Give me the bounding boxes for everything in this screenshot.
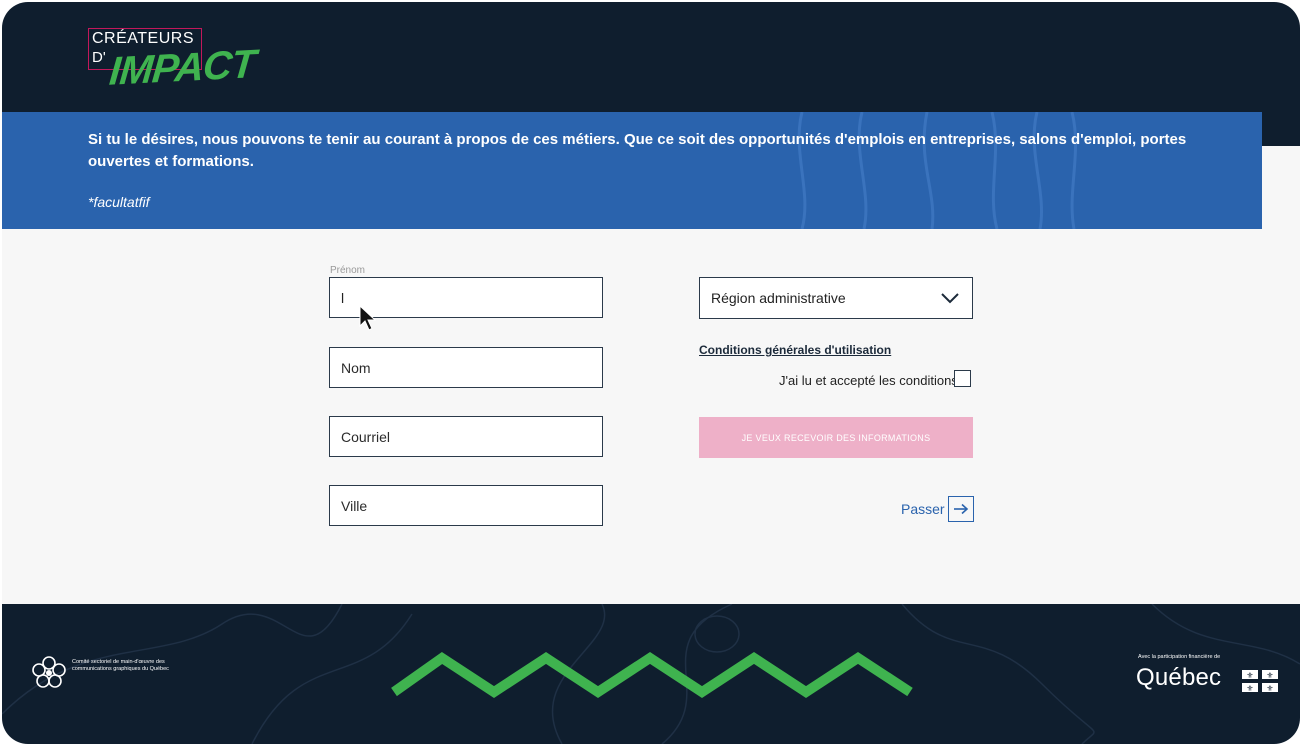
info-banner: Si tu le désires, nous pouvons te tenir …: [2, 112, 1262, 229]
nom-input[interactable]: [329, 347, 603, 388]
footer: Comité sectoriel de main-d'œuvre des com…: [2, 604, 1300, 744]
mouse-pointer-icon: [359, 304, 377, 331]
arrow-right-icon: [947, 496, 974, 522]
app-frame: CRÉATEURS D' IMPACT Si tu le désires, no…: [2, 2, 1300, 744]
header-edge: [1262, 112, 1300, 146]
svg-text:⚜: ⚜: [1266, 684, 1273, 692]
skip-label: Passer: [901, 501, 945, 517]
svg-text:⚜: ⚜: [1246, 671, 1253, 680]
zigzag-decoration: [391, 651, 913, 698]
region-select-value: Région administrative: [711, 290, 846, 306]
header: CRÉATEURS D' IMPACT: [2, 2, 1300, 112]
quebec-logo-text: Québec: [1136, 664, 1222, 691]
committee-logo-icon: [32, 656, 66, 688]
courriel-input[interactable]: [329, 416, 603, 457]
committee-name: Comité sectoriel de main-d'œuvre des com…: [72, 659, 169, 672]
svg-text:⚜: ⚜: [1266, 671, 1273, 680]
optional-note: *facultatfif: [88, 194, 150, 210]
quebec-flag-icon: ⚜ ⚜ ⚜ ⚜: [1242, 670, 1278, 692]
logo-text-impact: IMPACT: [107, 42, 257, 94]
createurs-dimpact-logo[interactable]: CRÉATEURS D' IMPACT: [88, 28, 278, 100]
banner-message: Si tu le désires, nous pouvons te tenir …: [88, 131, 1187, 170]
logo-text-d: D': [92, 49, 106, 66]
skip-button[interactable]: Passer: [901, 496, 974, 522]
svg-text:⚜: ⚜: [1246, 684, 1253, 692]
prenom-label: Prénom: [330, 265, 366, 276]
funder-note: Avec la participation financière de: [1138, 654, 1221, 660]
accept-conditions-label: J'ai lu et accepté les conditions: [779, 373, 958, 388]
region-select[interactable]: Région administrative: [699, 277, 973, 319]
ville-input[interactable]: [329, 485, 603, 526]
accept-conditions-checkbox[interactable]: [954, 370, 971, 387]
submit-button[interactable]: JE VEUX RECEVOIR DES INFORMATIONS: [699, 417, 973, 458]
chevron-down-icon: [941, 293, 959, 304]
conditions-link[interactable]: Conditions générales d'utilisation: [699, 343, 891, 357]
